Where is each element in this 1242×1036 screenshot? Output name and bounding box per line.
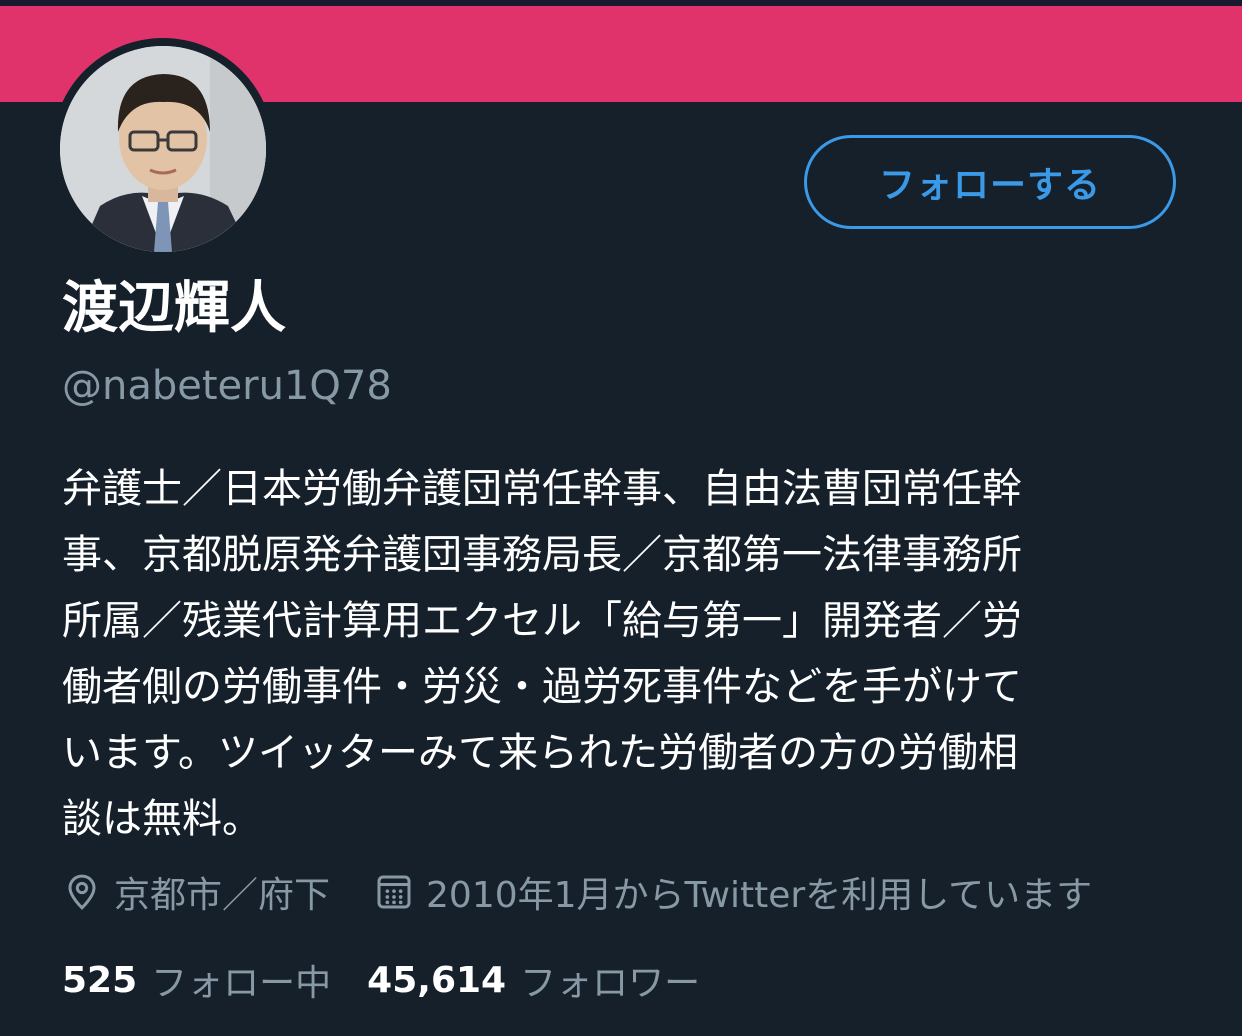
following-label: フォロー中	[151, 963, 332, 1004]
avatar-ring	[52, 38, 274, 260]
profile-meta: 京都市／府下 2010年1月からTwitterを利用しています	[62, 864, 1092, 920]
avatar[interactable]	[60, 46, 266, 252]
avatar-photo	[60, 46, 266, 252]
followers-count: 45,614	[367, 959, 507, 1001]
profile-bio: 弁護士／日本労働弁護団常任幹事、自由法曹団常任幹 事、京都脱原発弁護団事務局長／…	[62, 456, 1152, 852]
joined-date-text: 2010年1月からTwitterを利用しています	[426, 875, 1093, 916]
bio-line: 事、京都脱原発弁護団事務局長／京都第一法律事務所	[62, 532, 1022, 578]
bio-line: います。ツイッターみて来られた労働者の方の労働相	[62, 730, 1018, 776]
followers-link[interactable]: 45,614 フォロワー	[367, 954, 700, 1006]
bio-line: 働者側の労働事件・労災・過労死事件などを手がけて	[62, 664, 1022, 710]
bio-line: 所属／残業代計算用エクセル「給与第一」開発者／労	[62, 598, 1022, 644]
bio-line: 談は無料。	[62, 796, 262, 842]
display-name: 渡辺輝人	[62, 276, 286, 341]
following-link[interactable]: 525 フォロー中	[62, 954, 331, 1006]
location-text: 京都市／府下	[114, 875, 331, 916]
calendar-icon	[374, 872, 414, 912]
location-pin-icon	[62, 872, 102, 912]
follow-button[interactable]: フォローする	[804, 135, 1176, 229]
bio-line: 弁護士／日本労働弁護団常任幹事、自由法曹団常任幹	[62, 466, 1022, 512]
followers-label: フォロワー	[520, 963, 701, 1004]
following-count: 525	[62, 959, 138, 1001]
username-handle: @nabeteru1Q78	[62, 363, 392, 409]
follow-stats: 525 フォロー中 45,614 フォロワー	[62, 952, 736, 1008]
